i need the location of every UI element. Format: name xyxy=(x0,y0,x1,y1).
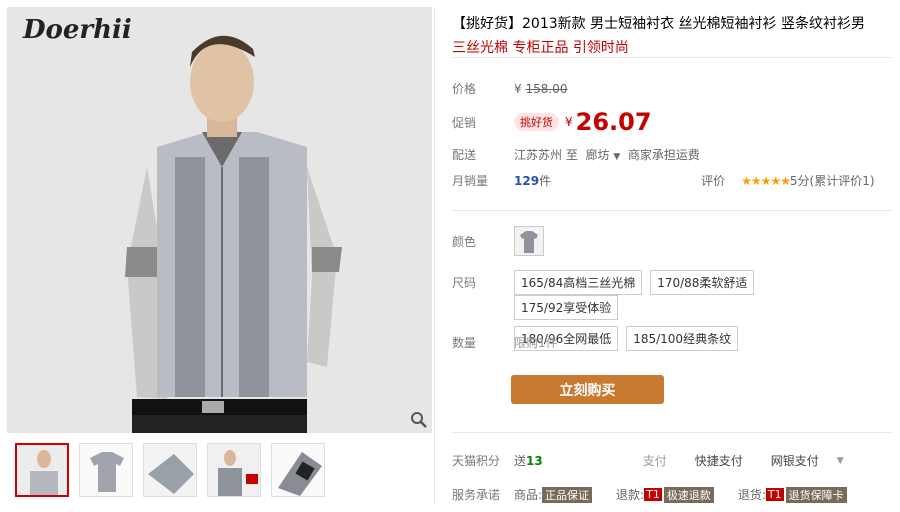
thumbnail-4[interactable] xyxy=(207,443,261,497)
rating-label: 评价 xyxy=(701,174,726,188)
service-item3-badge: T1 xyxy=(765,488,784,501)
size-option[interactable]: 165/84高档三丝光棉 xyxy=(514,270,643,295)
size-option[interactable]: 185/100经典条纹 xyxy=(626,326,739,351)
promo-badge: 挑好货 xyxy=(514,113,559,131)
service-item2-tag[interactable]: 极速退款 xyxy=(663,486,714,503)
color-swatch[interactable] xyxy=(514,226,544,256)
ship-to-word: 至 xyxy=(565,148,578,162)
chevron-down-icon: ▼ xyxy=(613,152,621,162)
size-option[interactable]: 175/92享受体验 xyxy=(514,295,619,320)
size-label: 尺码 xyxy=(452,276,477,290)
thumbnail-2[interactable] xyxy=(79,443,133,497)
product-details: 【挑好货】2013新款 男士短袖衬衣 丝光棉短袖衬衫 竖条纹衬衫男 三丝光棉 专… xyxy=(452,14,892,503)
shipping-row: 配送 江苏苏州 至 廊坊 ▼ 商家承担运费 xyxy=(452,146,700,163)
ship-to-select[interactable]: 廊坊 ▼ xyxy=(586,146,621,163)
pay-quick[interactable]: 快捷支付 xyxy=(695,452,743,469)
rating-stars: ★★★★★ xyxy=(741,173,791,188)
quantity-limit: 限购1件 xyxy=(514,336,558,350)
thumbnail-5[interactable] xyxy=(271,443,325,497)
service-item1-tag[interactable]: 正品保证 xyxy=(542,486,593,503)
promo-label: 促销 xyxy=(452,115,477,130)
points-row: 天猫积分 送 13 支付 快捷支付 网银支付 ▼ xyxy=(452,452,892,469)
price-row: 价格 ¥ 158.00 xyxy=(452,80,567,97)
divider xyxy=(452,210,892,211)
points-value: 13 xyxy=(526,453,543,468)
shipping-label: 配送 xyxy=(452,148,477,162)
product-page: Doerhii 【挑好货】2013新款 男士短袖衬衣 丝光棉短袖衬衫 竖条纹衬衫… xyxy=(0,0,900,512)
main-product-image[interactable]: Doerhii xyxy=(7,7,432,433)
color-label: 颜色 xyxy=(452,234,477,249)
promo-price: 26.07 xyxy=(575,108,652,136)
sales-unit: 件 xyxy=(539,174,552,188)
sales-count: 129 xyxy=(514,173,540,188)
model-photo xyxy=(7,7,432,433)
thumbnail-1[interactable] xyxy=(15,443,69,497)
promo-row: 促销 挑好货 ¥ 26.07 xyxy=(452,108,652,136)
product-subtitle: 三丝光棉 专柜正品 引领时尚 xyxy=(452,40,629,56)
rating-text[interactable]: 5分(累计评价1) xyxy=(790,172,875,189)
color-row: 颜色 xyxy=(452,226,544,256)
zoom-icon[interactable] xyxy=(410,411,428,429)
promo-currency: ¥ xyxy=(565,115,573,129)
ship-from: 江苏苏州 xyxy=(514,148,563,162)
divider xyxy=(452,432,892,433)
points-prefix: 送 xyxy=(514,454,527,468)
brand-logo: Doerhii xyxy=(23,15,132,45)
pay-bank[interactable]: 网银支付 xyxy=(771,452,819,469)
sales-label: 月销量 xyxy=(452,174,489,188)
currency-symbol: ¥ xyxy=(514,81,522,96)
ship-to-city: 廊坊 xyxy=(585,148,610,162)
sales-row: 月销量 129 件 评价 ★★★★★ 5分(累计评价1) xyxy=(452,172,892,189)
thumbnail-strip xyxy=(15,443,325,497)
product-gallery: Doerhii xyxy=(7,7,432,505)
service-item3-tag[interactable]: 退货保障卡 xyxy=(785,486,847,503)
service-item3-label: 退货: xyxy=(737,488,766,502)
quantity-row: 数量 限购1件 xyxy=(452,334,558,351)
divider xyxy=(452,57,892,58)
shipping-fee: 商家承担运费 xyxy=(627,148,700,162)
service-item2-badge: T1 xyxy=(644,488,662,501)
pay-label: 支付 xyxy=(642,454,667,468)
thumbnail-3[interactable] xyxy=(143,443,197,497)
service-row: 服务承诺 商品: 正品保证 退款: T1 极速退款 退货: T1 退货保障卡 xyxy=(452,486,892,503)
quantity-label: 数量 xyxy=(452,336,477,350)
service-label: 服务承诺 xyxy=(452,488,501,502)
service-item2-label: 退款: xyxy=(616,488,645,502)
price-label: 价格 xyxy=(452,82,477,96)
service-item1-label: 商品: xyxy=(514,488,543,502)
size-option[interactable]: 170/88柔软舒适 xyxy=(650,270,755,295)
product-title: 【挑好货】2013新款 男士短袖衬衣 丝光棉短袖衬衫 竖条纹衬衫男 xyxy=(452,16,865,32)
chevron-down-icon[interactable]: ▼ xyxy=(837,456,844,466)
buy-now-button[interactable]: 立刻购买 xyxy=(511,375,664,404)
original-price: 158.00 xyxy=(525,81,568,96)
points-label: 天猫积分 xyxy=(452,454,501,468)
column-divider xyxy=(434,7,435,505)
